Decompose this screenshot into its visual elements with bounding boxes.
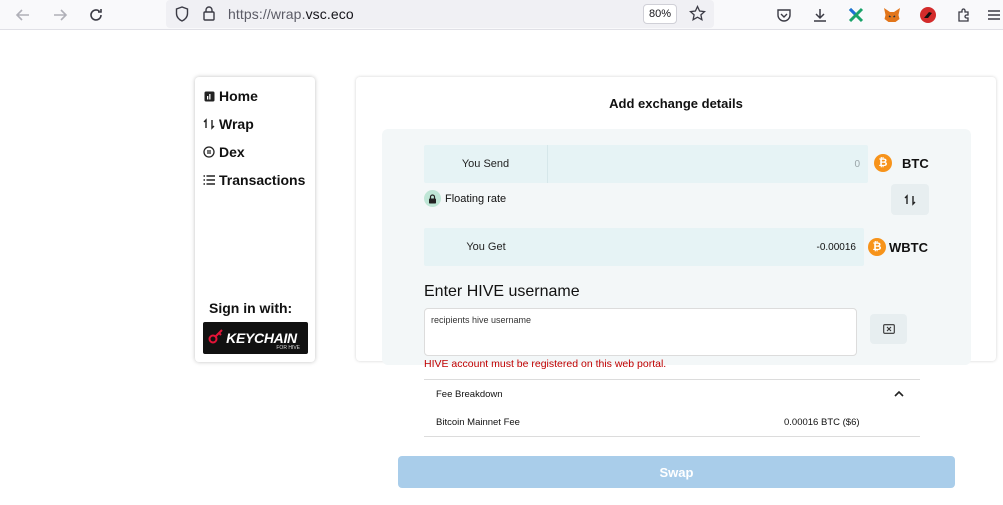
fee-breakdown-title[interactable]: Fee Breakdown — [436, 389, 503, 400]
bitcoin-icon: ₿ — [868, 238, 886, 256]
lock-icon[interactable] — [203, 6, 215, 21]
reload-icon — [90, 9, 102, 21]
sidebar: Home Wrap Dex Transactions Sign in with:… — [195, 77, 315, 362]
pocket-icon — [777, 9, 791, 22]
fee-divider-bottom — [424, 436, 920, 437]
home-icon — [203, 90, 215, 102]
bitcoin-icon: ₿ — [874, 154, 892, 172]
chevron-up-icon[interactable] — [893, 389, 905, 399]
keychain-login-button[interactable]: KEYCHAIN FOR HIVE — [203, 322, 308, 354]
back-button[interactable] — [12, 4, 34, 26]
get-label: You Get — [466, 241, 506, 253]
get-coin-label: WBTC — [889, 239, 928, 255]
sidebar-item-label: Home — [219, 88, 258, 104]
shield-icon[interactable] — [175, 6, 189, 22]
swap-button[interactable]: Swap — [398, 456, 955, 488]
sidebar-item-label: Transactions — [219, 172, 306, 188]
floating-rate-toggle[interactable]: Floating rate — [424, 190, 506, 207]
extensions-button[interactable] — [953, 4, 975, 26]
menu-button[interactable] — [983, 4, 1003, 26]
url-text[interactable]: https://wrap.vsc.eco — [228, 6, 354, 22]
hive-username-input[interactable] — [424, 308, 857, 356]
pocket-button[interactable] — [773, 4, 795, 26]
url-domain: vsc.eco — [305, 6, 354, 22]
hive-warning-text: HIVE account must be registered on this … — [424, 358, 667, 370]
sidebar-item-dex[interactable]: Dex — [203, 144, 245, 160]
fee-divider-top — [424, 379, 920, 380]
sidebar-item-label: Wrap — [219, 116, 254, 132]
fee-row-value: 0.00016 BTC ($6) — [784, 417, 860, 428]
get-field: You Get -0.00016 — [424, 228, 864, 266]
floating-rate-label: Floating rate — [445, 192, 507, 205]
clear-username-button[interactable] — [870, 314, 907, 344]
browser-toolbar: https://wrap.vsc.eco 80% — [0, 0, 1003, 30]
lock-icon — [424, 190, 441, 207]
get-amount-value: -0.00016 — [816, 241, 856, 253]
download-icon — [814, 9, 826, 22]
list-icon — [203, 174, 215, 186]
send-amount-input[interactable]: 0 — [854, 145, 860, 183]
reload-button[interactable] — [85, 4, 107, 26]
sidebar-item-wrap[interactable]: Wrap — [203, 116, 254, 132]
url-prefix: https://wrap. — [228, 6, 306, 22]
page-title: Add exchange details — [609, 96, 743, 111]
keychain-extension-icon — [920, 7, 936, 23]
puzzle-icon — [958, 8, 969, 22]
dex-icon — [203, 146, 215, 158]
keychain-extension-button[interactable] — [917, 4, 939, 26]
get-coin-selector[interactable]: ₿ WBTC — [868, 238, 928, 256]
forward-arrow-icon — [54, 9, 68, 21]
downloads-button[interactable] — [809, 4, 831, 26]
back-arrow-icon — [15, 9, 29, 21]
sidebar-item-label: Dex — [219, 144, 245, 160]
key-icon — [208, 329, 223, 344]
metamask-extension-button[interactable] — [881, 4, 903, 26]
reverse-direction-button[interactable] — [891, 184, 929, 215]
fee-row-label: Bitcoin Mainnet Fee — [436, 417, 520, 428]
send-coin-selector[interactable]: ₿ BTC — [874, 154, 929, 172]
swap-arrows-icon — [904, 193, 916, 206]
url-bar[interactable]: https://wrap.vsc.eco 80% — [166, 0, 714, 28]
zoom-level-button[interactable]: 80% — [643, 4, 677, 24]
sidebar-item-home[interactable]: Home — [203, 88, 258, 104]
forward-button[interactable] — [49, 4, 71, 26]
extension-cross-button[interactable] — [845, 4, 867, 26]
wrap-icon — [203, 118, 215, 130]
sidebar-item-transactions[interactable]: Transactions — [203, 172, 305, 188]
send-field: You Send 0 — [424, 145, 868, 183]
clear-icon — [882, 324, 895, 334]
keychain-logo-text: KEYCHAIN — [226, 330, 297, 346]
hive-username-title: Enter HIVE username — [424, 283, 580, 300]
bookmark-star-icon[interactable] — [689, 5, 706, 22]
metamask-fox-icon — [884, 8, 900, 22]
send-label: You Send — [424, 145, 548, 183]
sign-in-label: Sign in with: — [209, 300, 293, 316]
send-coin-label: BTC — [902, 155, 929, 171]
hamburger-menu-icon — [988, 10, 1000, 20]
extension-cross-icon — [848, 7, 864, 23]
keychain-logo-sub: FOR HIVE — [276, 345, 300, 351]
